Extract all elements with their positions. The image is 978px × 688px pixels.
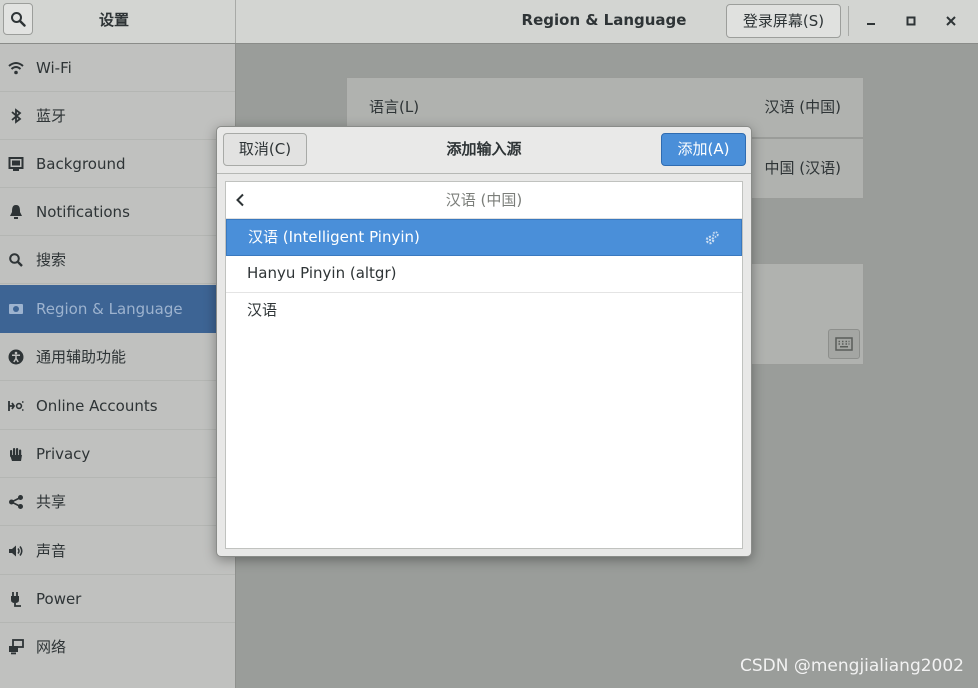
power-icon xyxy=(7,590,25,608)
dialog-title: 添加输入源 xyxy=(446,140,522,158)
cancel-button[interactable]: 取消(C) xyxy=(223,133,307,166)
sidebar-item-label: 共享 xyxy=(36,493,67,511)
list-item-label: 汉语 xyxy=(247,301,278,319)
wifi-icon xyxy=(7,59,25,77)
sidebar-item-notifications[interactable]: Notifications xyxy=(0,188,235,236)
bluetooth-icon xyxy=(7,107,25,125)
share-icon xyxy=(7,493,25,511)
minimize-icon xyxy=(867,23,875,25)
search-button[interactable] xyxy=(3,3,33,35)
search-icon xyxy=(11,12,26,27)
maximize-button[interactable] xyxy=(899,8,923,34)
list-item[interactable]: 汉语 xyxy=(226,293,742,330)
add-input-source-dialog: 取消(C) 添加输入源 添加(A) 汉语 (中国) 汉语 (Intelligen… xyxy=(216,126,752,557)
list-header-title: 汉语 (中国) xyxy=(445,191,523,209)
sidebar-item-privacy[interactable]: Privacy xyxy=(0,430,235,478)
sidebar-item-label: Power xyxy=(36,590,82,608)
sidebar-item-background[interactable]: Background xyxy=(0,140,235,188)
header-bar: 设置 Region & Language 登录屏幕(S) xyxy=(0,0,978,44)
language-value: 汉语 (中国) xyxy=(764,98,841,116)
keyboard-layout-button[interactable] xyxy=(828,329,860,359)
close-icon xyxy=(946,16,956,26)
sidebar-item-search[interactable]: 搜索 xyxy=(0,236,235,284)
formats-value: 中国 (汉语) xyxy=(764,159,841,177)
minimize-button[interactable] xyxy=(859,8,883,34)
sidebar-item-label: 通用辅助功能 xyxy=(36,348,127,366)
sidebar-item-label: Online Accounts xyxy=(36,397,158,415)
list-item-label: 汉语 (Intelligent Pinyin) xyxy=(248,228,420,246)
list-item-label: Hanyu Pinyin (altgr) xyxy=(247,264,397,282)
sidebar-item-label: 搜索 xyxy=(36,251,67,269)
online-accounts-icon xyxy=(7,397,25,415)
sidebar-item-region-language[interactable]: Region & Language xyxy=(0,285,235,333)
sidebar-item-sound[interactable]: 声音 xyxy=(0,527,235,575)
sidebar: Wi-Fi 蓝牙 Background Notifications 搜索 Reg… xyxy=(0,44,236,688)
sidebar-item-label: 蓝牙 xyxy=(36,107,67,125)
watermark: CSDN @mengjialiang2002 xyxy=(739,656,964,676)
speaker-icon xyxy=(7,542,25,560)
sidebar-item-label: Wi-Fi xyxy=(36,59,72,77)
keyboard-icon xyxy=(835,337,853,351)
region-icon xyxy=(7,300,25,318)
sidebar-item-label: Region & Language xyxy=(36,300,183,318)
sidebar-item-label: Notifications xyxy=(36,203,130,221)
sidebar-item-power[interactable]: Power xyxy=(0,575,235,623)
sidebar-item-label: Background xyxy=(36,155,126,173)
add-button[interactable]: 添加(A) xyxy=(661,133,746,166)
list-item[interactable]: Hanyu Pinyin (altgr) xyxy=(226,256,742,293)
sidebar-item-label: 网络 xyxy=(36,638,67,656)
close-button[interactable] xyxy=(939,8,963,34)
maximize-icon xyxy=(906,16,916,26)
list-header[interactable]: 汉语 (中国) xyxy=(226,182,742,219)
sidebar-header: 设置 xyxy=(0,0,236,43)
settings-gears-icon xyxy=(703,229,721,247)
bell-icon xyxy=(7,203,25,221)
sidebar-item-bluetooth[interactable]: 蓝牙 xyxy=(0,92,235,140)
sidebar-item-label: 声音 xyxy=(36,542,67,560)
background-icon xyxy=(7,155,25,173)
panel-title: Region & Language xyxy=(521,11,687,29)
network-icon xyxy=(7,638,25,656)
sidebar-item-online-accounts[interactable]: Online Accounts xyxy=(0,382,235,430)
settings-title: 设置 xyxy=(98,11,129,29)
sidebar-item-sharing[interactable]: 共享 xyxy=(0,478,235,526)
titlebar-separator xyxy=(848,6,849,36)
sidebar-item-network[interactable]: 网络 xyxy=(0,623,235,671)
sidebar-item-label: Privacy xyxy=(36,445,91,463)
sidebar-item-accessibility[interactable]: 通用辅助功能 xyxy=(0,333,235,381)
list-item[interactable]: 汉语 (Intelligent Pinyin) xyxy=(226,219,742,256)
login-screen-button[interactable]: 登录屏幕(S) xyxy=(726,4,841,38)
hand-icon xyxy=(7,445,25,463)
dialog-header: 取消(C) 添加输入源 添加(A) xyxy=(217,127,751,174)
input-source-list: 汉语 (中国) 汉语 (Intelligent Pinyin) Hanyu Pi… xyxy=(225,181,743,549)
search-icon xyxy=(7,251,25,269)
sidebar-item-wifi[interactable]: Wi-Fi xyxy=(0,44,235,92)
accessibility-icon xyxy=(7,348,25,366)
